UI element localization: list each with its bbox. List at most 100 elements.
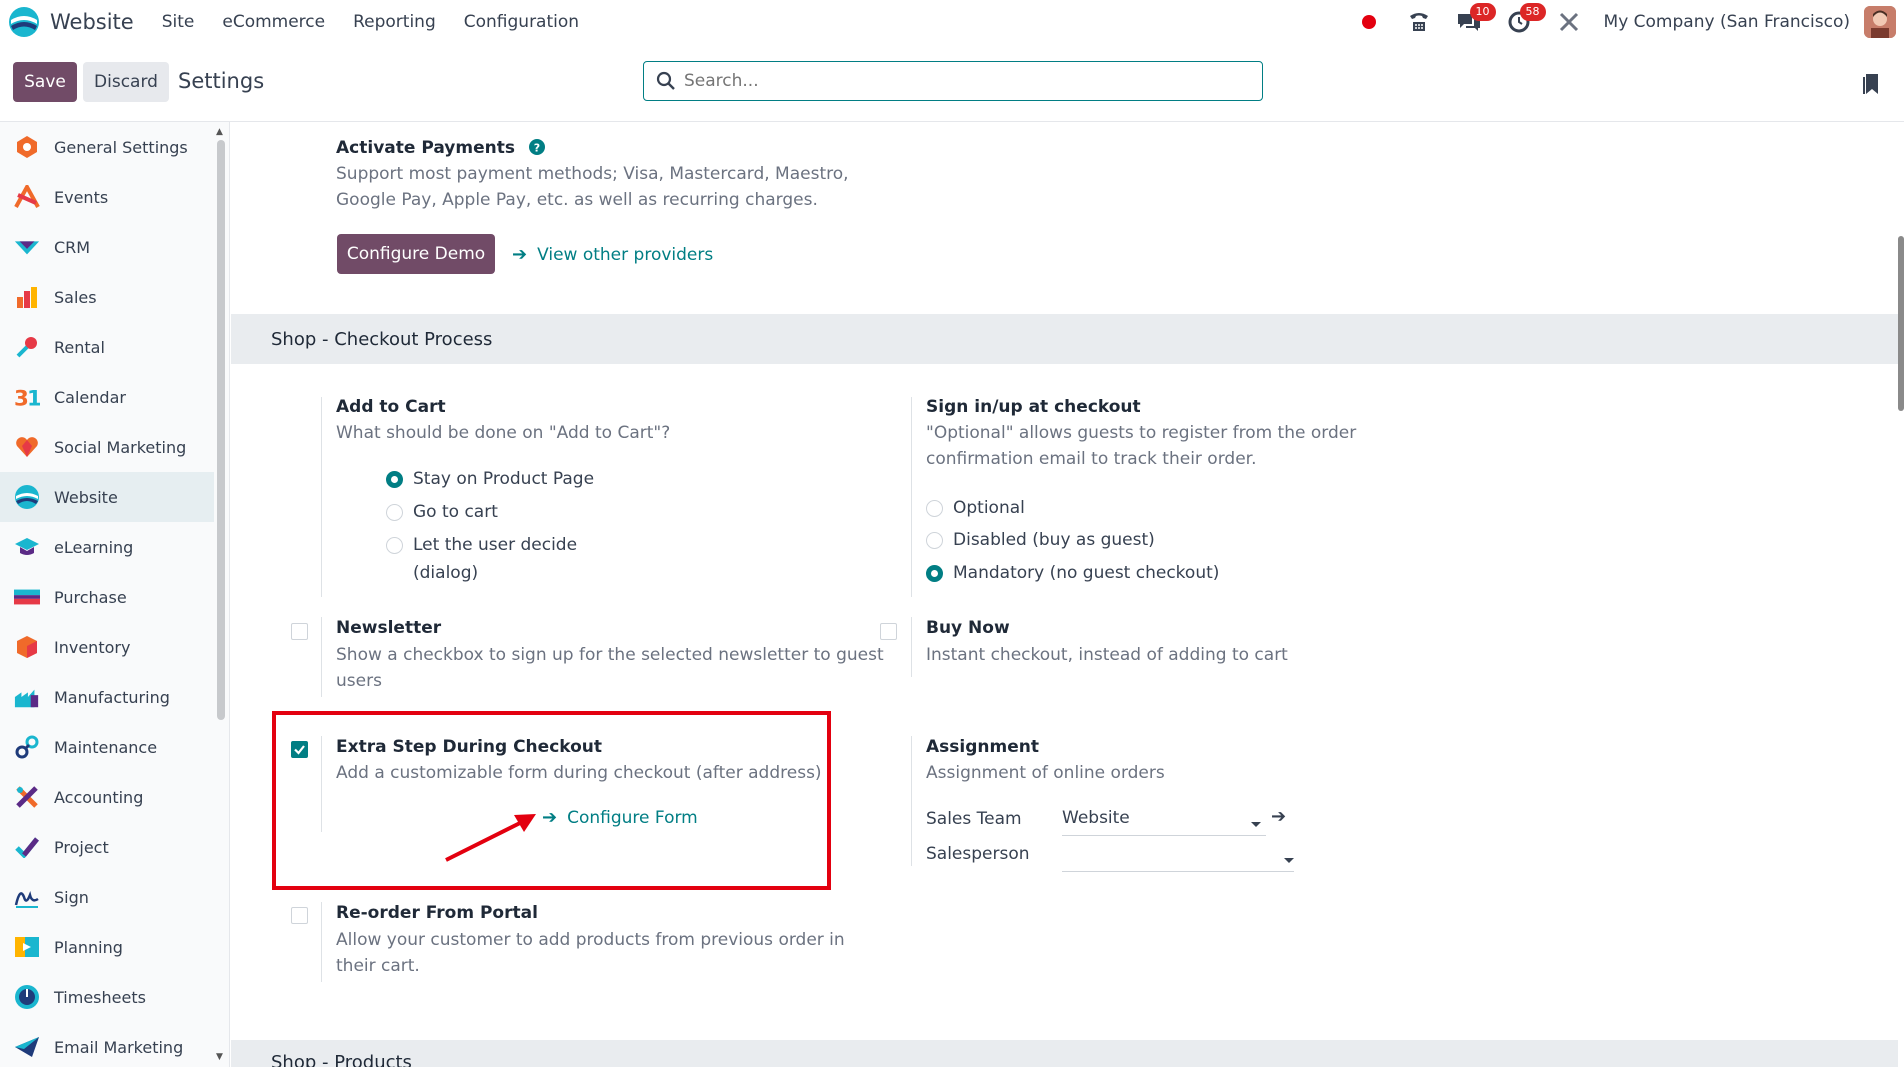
newsletter-title: Newsletter: [336, 618, 442, 638]
radio-label: Stay on Product Page: [413, 469, 595, 489]
reorder-desc-line1: Allow your customer to add products from…: [336, 930, 845, 950]
sidebar-item-email-marketing[interactable]: Email Marketing: [0, 1022, 229, 1067]
maintenance-icon: [14, 734, 40, 760]
scroll-down-arrow-icon[interactable]: ▼: [216, 1052, 223, 1062]
accounting-icon: [14, 784, 40, 810]
sidebar-item-label: Events: [54, 187, 109, 207]
sidebar-item-manufacturing[interactable]: Manufacturing: [0, 672, 229, 722]
chevron-down-icon[interactable]: [1251, 822, 1261, 827]
sales-team-label: Sales Team: [926, 809, 1022, 829]
sign-icon: [14, 884, 40, 910]
sidebar-item-general-settings[interactable]: General Settings: [0, 122, 229, 172]
menu-configuration[interactable]: Configuration: [464, 12, 579, 32]
elearning-icon: [14, 534, 40, 560]
sidebar-item-label: Maintenance: [54, 737, 158, 757]
radio-signin-mandatory[interactable]: Mandatory (no guest checkout): [926, 563, 1219, 583]
sidebar-item-purchase[interactable]: Purchase: [0, 572, 229, 622]
sidebar-item-accounting[interactable]: Accounting: [0, 772, 229, 822]
events-icon: [14, 184, 40, 210]
sidebar-item-sign[interactable]: Sign: [0, 872, 229, 922]
sidebar-item-events[interactable]: Events: [0, 172, 229, 222]
radio-go-to-cart[interactable]: Go to cart: [386, 502, 498, 522]
newsletter-checkbox[interactable]: [291, 623, 308, 640]
sidebar-item-label: Sign: [54, 887, 89, 907]
radio-dot[interactable]: [386, 536, 403, 554]
reorder-desc-line2: their cart.: [336, 956, 420, 976]
website-app-icon[interactable]: [8, 6, 40, 38]
sidebar-item-website[interactable]: Website: [0, 472, 214, 522]
user-avatar[interactable]: [1864, 6, 1896, 38]
internal-link-arrow-icon[interactable]: ➔: [1271, 806, 1286, 827]
sidebar-item-timesheets[interactable]: Timesheets: [0, 972, 229, 1022]
divider: [911, 397, 912, 597]
menu-site[interactable]: Site: [162, 12, 195, 32]
search-icon: [656, 71, 675, 90]
company-switcher[interactable]: My Company (San Francisco): [1604, 12, 1850, 32]
sidebar-item-maintenance[interactable]: Maintenance: [0, 722, 229, 772]
sidebar-item-label: Rental: [54, 337, 105, 357]
salesperson-label: Salesperson: [926, 844, 1030, 864]
recording-dot-icon[interactable]: [1356, 9, 1382, 35]
chevron-down-icon[interactable]: [1284, 858, 1294, 863]
crm-icon: [14, 234, 40, 260]
sales-team-field[interactable]: Website: [1062, 806, 1266, 836]
app-brand[interactable]: Website: [50, 10, 134, 34]
discard-button[interactable]: Discard: [83, 62, 169, 102]
radio-label: Mandatory (no guest checkout): [953, 563, 1220, 583]
radio-dot[interactable]: [926, 531, 943, 549]
debug-tools-icon[interactable]: [1556, 9, 1582, 35]
radio-dot[interactable]: [926, 499, 943, 517]
page-title: Settings: [178, 69, 265, 93]
radio-dot[interactable]: [386, 503, 403, 521]
settings-content: Activate Payments ? Support most payment…: [231, 122, 1904, 1067]
activities-clock-icon[interactable]: 58: [1506, 3, 1546, 35]
sidebar-scrollbar[interactable]: [217, 140, 225, 720]
search-input[interactable]: [684, 71, 1244, 91]
buy-now-checkbox[interactable]: [880, 623, 897, 640]
sidebar-item-rental[interactable]: Rental: [0, 322, 229, 372]
reorder-title: Re-order From Portal: [336, 903, 538, 923]
content-scrollbar[interactable]: [1898, 236, 1904, 411]
assignment-title: Assignment: [926, 737, 1039, 757]
radio-let-user-decide[interactable]: Let the user decide: [386, 535, 577, 555]
sidebar-item-inventory[interactable]: Inventory: [0, 622, 229, 672]
sidebar-item-sales[interactable]: Sales: [0, 272, 229, 322]
help-icon[interactable]: ?: [528, 139, 545, 155]
radio-signin-optional[interactable]: Optional: [926, 498, 1025, 518]
salesperson-field[interactable]: [1062, 842, 1294, 872]
divider: [911, 736, 912, 866]
sidebar-item-label: Project: [54, 837, 109, 857]
view-other-providers-link[interactable]: ➔ View other providers: [512, 244, 713, 265]
sidebar-item-label: Planning: [54, 937, 123, 957]
configure-demo-button[interactable]: Configure Demo: [337, 234, 495, 274]
radio-stay-on-product-page[interactable]: Stay on Product Page: [386, 469, 594, 489]
signin-desc-line1: "Optional" allows guests to register fro…: [926, 423, 1357, 443]
sidebar-item-elearning[interactable]: eLearning: [0, 522, 229, 572]
top-navbar: Website Site eCommerce Reporting Configu…: [0, 0, 1904, 44]
sidebar-item-project[interactable]: Project: [0, 822, 229, 872]
scroll-up-arrow-icon[interactable]: ▲: [216, 127, 223, 137]
sidebar-item-planning[interactable]: Planning: [0, 922, 229, 972]
reorder-checkbox[interactable]: [291, 907, 308, 924]
divider: [321, 617, 322, 697]
sidebar-item-label: Inventory: [54, 637, 131, 657]
search-box[interactable]: [643, 61, 1263, 101]
section-header-checkout: Shop - Checkout Process: [231, 314, 1898, 364]
phone-icon[interactable]: [1406, 9, 1432, 35]
radio-label: Let the user decide: [413, 535, 578, 555]
radio-dot[interactable]: [386, 470, 403, 488]
menu-reporting[interactable]: Reporting: [353, 12, 436, 32]
sidebar-item-calendar[interactable]: 31 Calendar: [0, 372, 229, 422]
sidebar-item-label: Calendar: [54, 387, 126, 407]
newsletter-desc-line1: Show a checkbox to sign up for the selec…: [336, 645, 884, 665]
sidebar-item-crm[interactable]: CRM: [0, 222, 229, 272]
newsletter-desc-line2: users: [336, 671, 382, 691]
radio-signin-disabled[interactable]: Disabled (buy as guest): [926, 530, 1155, 550]
arrow-right-icon: ➔: [512, 244, 528, 265]
messages-icon[interactable]: 10: [1456, 3, 1496, 35]
radio-dot[interactable]: [926, 564, 943, 582]
bookmark-icon[interactable]: [1862, 72, 1882, 96]
save-button[interactable]: Save: [13, 62, 77, 102]
sidebar-item-social-marketing[interactable]: Social Marketing: [0, 422, 229, 472]
menu-ecommerce[interactable]: eCommerce: [222, 12, 325, 32]
